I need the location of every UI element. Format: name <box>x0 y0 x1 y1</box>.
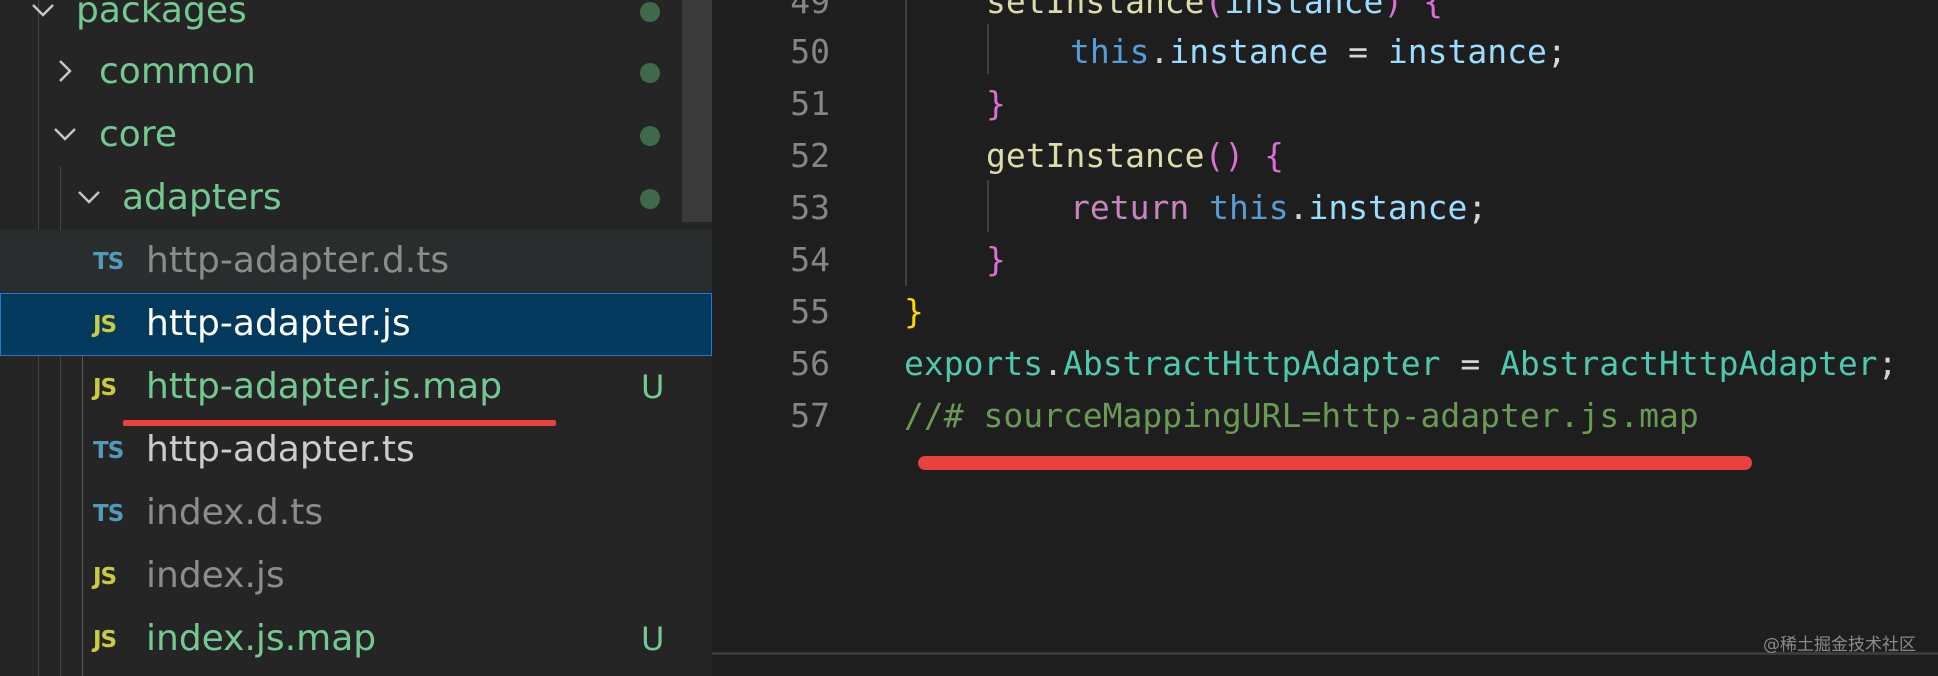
indent-guide <box>987 180 989 232</box>
code-token: } <box>986 240 1006 279</box>
code-token: ; <box>1546 32 1567 71</box>
code-token: = <box>1440 344 1501 383</box>
tree-file-http-adapter-d-ts[interactable]: TS http-adapter.d.ts <box>0 230 712 293</box>
code-token: setInstance <box>986 0 1205 21</box>
chevron-down-icon <box>52 121 78 147</box>
code-token: this <box>1070 32 1150 71</box>
code-line: getInstance() { <box>986 130 1284 182</box>
tree-item-label: index.js.map <box>146 618 377 659</box>
tree-item-label: http-adapter.ts <box>146 429 415 470</box>
code-token: AbstractHttpAdapter <box>1062 344 1441 383</box>
tree-folder-core[interactable]: core <box>0 104 712 167</box>
code-token: getInstance <box>986 136 1205 175</box>
line-number: 55 <box>790 292 830 331</box>
tree-file-http-adapter-js-map[interactable]: JS http-adapter.js.map U <box>0 356 712 419</box>
line-number: 52 <box>790 136 830 175</box>
code-token: ; <box>1467 188 1488 227</box>
code-line: return this.instance; <box>1070 182 1487 234</box>
code-line: exports.AbstractHttpAdapter = AbstractHt… <box>904 338 1897 390</box>
tree-file-index-js-map[interactable]: JS index.js.map U <box>0 608 712 671</box>
tree-folder-adapters[interactable]: adapters <box>0 167 712 230</box>
javascript-file-icon: JS <box>93 564 117 590</box>
typescript-file-icon: TS <box>93 438 124 464</box>
code-token: } <box>904 292 924 331</box>
tree-file-index-d-ts[interactable]: TS index.d.ts <box>0 482 712 545</box>
code-line: //# sourceMappingURL=http-adapter.js.map <box>904 390 1699 442</box>
code-token: exports <box>904 344 1044 383</box>
tree-item-label: packages <box>76 0 247 31</box>
git-status-dot <box>640 2 660 22</box>
code-token: this <box>1209 188 1289 227</box>
code-line: setInstance(instance) { <box>986 0 1443 28</box>
code-token: ) <box>1383 0 1404 21</box>
typescript-file-icon: TS <box>93 501 124 527</box>
chevron-right-icon <box>52 58 78 84</box>
tree-item-label: http-adapter.js.map <box>146 366 503 407</box>
code-token: instance <box>1308 188 1468 227</box>
annotation-underline <box>918 456 1752 470</box>
line-number: 51 <box>790 84 830 123</box>
line-number: 56 <box>790 344 830 383</box>
indent-guide <box>987 24 989 74</box>
javascript-file-icon: JS <box>93 375 117 401</box>
line-number: 57 <box>790 396 830 435</box>
tree-folder-common[interactable]: common <box>0 41 712 104</box>
tree-item-label: core <box>99 114 177 155</box>
code-token: . <box>1149 32 1170 71</box>
line-number: 54 <box>790 240 830 279</box>
git-status-dot <box>640 126 660 146</box>
code-token: instance <box>1224 0 1384 21</box>
git-untracked-badge: U <box>641 368 665 406</box>
indent-guide <box>905 0 907 286</box>
code-token: { <box>1264 136 1285 175</box>
chevron-down-icon <box>30 0 56 23</box>
code-token: AbstractHttpAdapter <box>1500 344 1878 383</box>
code-token: ; <box>1877 344 1898 383</box>
code-line: this.instance = instance; <box>1070 26 1567 78</box>
tree-item-label: index.d.ts <box>146 492 324 533</box>
git-status-dot <box>640 63 660 83</box>
typescript-file-icon: TS <box>93 249 124 275</box>
tree-item-label: common <box>99 51 256 92</box>
code-token: instance <box>1387 32 1547 71</box>
code-token: . <box>1288 188 1309 227</box>
git-status-dot <box>640 189 660 209</box>
javascript-file-icon: JS <box>93 627 117 653</box>
code-token: return <box>1070 188 1190 227</box>
tree-file-http-adapter-ts[interactable]: TS http-adapter.ts <box>0 419 712 482</box>
code-token: } <box>986 84 1006 123</box>
git-untracked-badge: U <box>641 620 665 658</box>
line-number: 53 <box>790 188 830 227</box>
code-token: . <box>1043 344 1063 383</box>
code-editor[interactable]: 49 50 51 52 53 54 55 56 57 setInstance(i… <box>712 0 1938 676</box>
tree-folder-packages[interactable]: packages <box>0 0 712 43</box>
code-line: } <box>986 78 1006 130</box>
watermark: @稀土掘金技术社区 <box>1763 635 1916 655</box>
tree-file-index-js[interactable]: JS index.js <box>0 545 712 608</box>
code-token: () <box>1204 136 1245 175</box>
code-token: = <box>1328 32 1388 71</box>
tree-item-label: index.js <box>146 555 285 596</box>
tree-item-label: http-adapter.js <box>146 303 411 344</box>
chevron-down-icon <box>76 184 102 210</box>
source-mapping-comment: //# sourceMappingURL=http-adapter.js.map <box>904 396 1699 435</box>
code-line: } <box>986 234 1006 286</box>
javascript-file-icon: JS <box>93 312 117 338</box>
code-line: } <box>904 286 924 338</box>
code-token: instance <box>1169 32 1329 71</box>
panel-divider <box>712 652 1938 655</box>
code-token: ( <box>1204 0 1225 21</box>
code-token: { <box>1423 0 1443 21</box>
line-number: 50 <box>790 32 830 71</box>
tree-item-label: adapters <box>122 177 282 218</box>
tree-file-http-adapter-js[interactable]: JS http-adapter.js <box>0 293 712 356</box>
tree-item-label: http-adapter.d.ts <box>146 240 450 281</box>
line-number: 49 <box>790 0 830 21</box>
explorer-sidebar: packages common core adapters TS http-ad… <box>0 0 712 676</box>
